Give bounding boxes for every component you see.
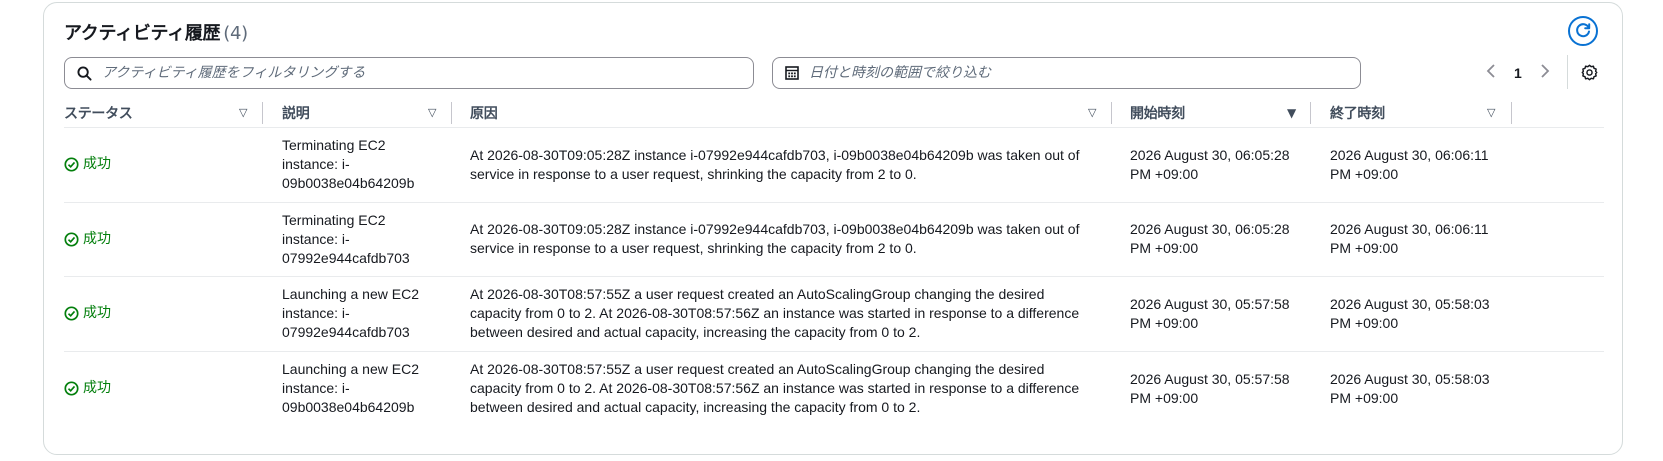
table-preferences-button[interactable] [1578,61,1600,83]
start-time-text: 2026 August 30, 06:05:28 PM +09:00 [1130,221,1290,257]
pagination: 1 [1486,61,1550,85]
table-body: 成功 Terminating EC2 instance: i-09b0038e0… [64,128,1604,426]
start-time-cell: 2026 August 30, 06:05:28 PM +09:00 [1130,128,1305,202]
activity-filter-field[interactable] [64,57,754,89]
column-divider[interactable] [1511,102,1512,124]
pager-divider [1567,55,1568,89]
table-row: 成功 Launching a new EC2 instance: i-09b00… [64,352,1604,427]
sort-icon[interactable]: ▽ [1487,106,1495,119]
column-divider[interactable] [262,102,263,124]
cause-cell: At 2026-08-30T09:05:28Z instance i-07992… [470,128,1090,202]
activity-filter-input[interactable] [102,65,711,81]
status-text: 成功 [83,305,111,322]
success-check-icon [64,232,79,247]
start-time-cell: 2026 August 30, 05:57:58 PM +09:00 [1130,352,1305,427]
column-label-cause: 原因 [470,106,498,122]
cause-text: At 2026-08-30T09:05:28Z instance i-07992… [470,221,1080,257]
next-page-button[interactable] [1540,63,1550,83]
gear-icon [1581,64,1597,80]
end-time-text: 2026 August 30, 05:58:03 PM +09:00 [1330,370,1490,406]
table-row: 成功 Launching a new EC2 instance: i-07992… [64,277,1604,352]
column-divider[interactable] [1310,102,1311,124]
status-text: 成功 [83,380,111,397]
chevron-left-icon [1486,63,1495,78]
status-text: 成功 [83,230,111,247]
start-time-text: 2026 August 30, 05:57:58 PM +09:00 [1130,295,1290,331]
description-text: Terminating EC2 instance: i-07992e944caf… [282,211,410,266]
success-check-icon [64,306,79,321]
column-label-start-time: 開始時刻 [1130,106,1185,122]
status-cell: 成功 [64,352,264,427]
sort-icon[interactable]: ▽ [1088,106,1096,119]
panel-title: アクティビティ履歴 (4) [64,19,248,45]
end-time-cell: 2026 August 30, 06:06:11 PM +09:00 [1330,203,1505,277]
description-cell: Terminating EC2 instance: i-07992e944caf… [282,203,432,277]
refresh-icon [1576,23,1591,38]
status-text: 成功 [83,156,111,173]
previous-page-button[interactable] [1486,63,1496,83]
date-range-filter-input[interactable] [809,65,1327,81]
column-header-status[interactable]: ステータス ▽ [64,98,264,128]
column-divider[interactable] [451,102,452,124]
search-icon [77,65,92,81]
success-check-icon [64,157,79,172]
description-cell: Terminating EC2 instance: i-09b0038e04b6… [282,128,432,202]
date-range-filter-field[interactable] [772,57,1361,89]
description-text: Launching a new EC2 instance: i-07992e94… [282,286,419,341]
panel-title-count: (4) [223,23,248,44]
status-cell: 成功 [64,203,264,277]
column-header-end-time[interactable]: 終了時刻 ▽ [1330,98,1510,128]
cause-text: At 2026-08-30T09:05:28Z instance i-07992… [470,146,1080,182]
table-row: 成功 Terminating EC2 instance: i-07992e944… [64,203,1604,277]
column-label-description: 説明 [282,106,310,122]
table-header: ステータス ▽ 説明 ▽ 原因 ▽ 開始時刻 ▼ 終了時刻 ▽ [64,98,1604,128]
activity-table: ステータス ▽ 説明 ▽ 原因 ▽ 開始時刻 ▼ 終了時刻 ▽ 成功 Termi… [64,98,1604,426]
calendar-icon [785,66,799,80]
start-time-text: 2026 August 30, 06:05:28 PM +09:00 [1130,146,1290,182]
sort-icon[interactable]: ▽ [428,106,436,119]
activity-history-panel: アクティビティ履歴(4) 1 [43,2,1623,455]
end-time-cell: 2026 August 30, 06:06:11 PM +09:00 [1330,128,1505,202]
status-cell: 成功 [64,128,264,202]
end-time-text: 2026 August 30, 06:06:11 PM +09:00 [1330,146,1489,182]
column-header-description[interactable]: 説明 ▽ [282,98,452,128]
page-number-button[interactable]: 1 [1510,65,1526,81]
end-time-cell: 2026 August 30, 05:58:03 PM +09:00 [1330,277,1505,351]
panel-title-text: アクティビティ履歴 [64,23,221,44]
cause-cell: At 2026-08-30T09:05:28Z instance i-07992… [470,203,1090,277]
status-cell: 成功 [64,277,264,351]
column-header-start-time[interactable]: 開始時刻 ▼ [1130,98,1310,128]
start-time-text: 2026 August 30, 05:57:58 PM +09:00 [1130,370,1290,406]
cause-cell: At 2026-08-30T08:57:55Z a user request c… [470,352,1090,427]
table-row: 成功 Terminating EC2 instance: i-09b0038e0… [64,128,1604,203]
chevron-right-icon [1541,63,1550,78]
column-divider[interactable] [1111,102,1112,124]
end-time-text: 2026 August 30, 06:06:11 PM +09:00 [1330,221,1489,257]
refresh-button[interactable] [1568,16,1598,46]
cause-text: At 2026-08-30T08:57:55Z a user request c… [470,286,1080,341]
column-label-end-time: 終了時刻 [1330,106,1385,122]
cause-cell: At 2026-08-30T08:57:55Z a user request c… [470,277,1090,351]
end-time-cell: 2026 August 30, 05:58:03 PM +09:00 [1330,352,1505,427]
column-label-status: ステータス [64,106,133,122]
cause-text: At 2026-08-30T08:57:55Z a user request c… [470,361,1080,416]
success-check-icon [64,381,79,396]
column-header-cause[interactable]: 原因 ▽ [470,98,1110,128]
description-cell: Launching a new EC2 instance: i-07992e94… [282,277,432,351]
description-text: Launching a new EC2 instance: i-09b0038e… [282,361,419,416]
end-time-text: 2026 August 30, 05:58:03 PM +09:00 [1330,295,1490,331]
description-cell: Launching a new EC2 instance: i-09b0038e… [282,352,432,427]
sort-descending-icon[interactable]: ▼ [1287,106,1296,120]
start-time-cell: 2026 August 30, 05:57:58 PM +09:00 [1130,277,1305,351]
sort-icon[interactable]: ▽ [239,106,247,119]
description-text: Terminating EC2 instance: i-09b0038e04b6… [282,137,415,192]
start-time-cell: 2026 August 30, 06:05:28 PM +09:00 [1130,203,1305,277]
